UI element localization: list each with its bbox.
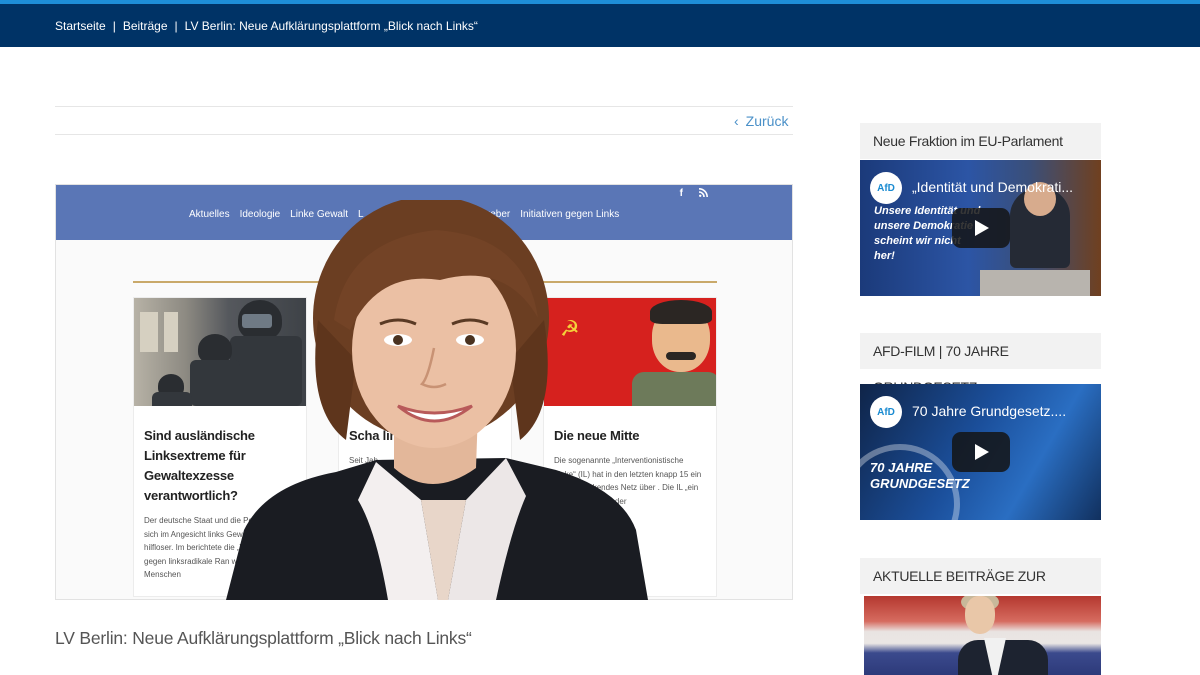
facebook-icon: f: [679, 188, 683, 199]
video-title[interactable]: „Identität und Demokrati...: [912, 179, 1092, 195]
post-title: LV Berlin: Neue Aufklärungsplattform „Bl…: [55, 628, 472, 648]
video-player-eu[interactable]: Unsere Identität und unsere Demokratie s…: [860, 160, 1101, 296]
rss-icon: [699, 188, 708, 199]
breadcrumb-separator: |: [174, 19, 178, 33]
back-link-label: Zurück: [745, 113, 789, 129]
widget-title-eu: Neue Fraktion im EU-Parlament: [860, 123, 1101, 159]
video-title[interactable]: 70 Jahre Grundgesetz....: [912, 403, 1092, 419]
play-icon[interactable]: [952, 432, 1010, 472]
breadcrumb-home[interactable]: Startseite: [55, 19, 106, 33]
afd-logo-icon: AfD: [870, 396, 902, 428]
channel-logo-label: AfD: [877, 182, 895, 194]
breadcrumb: Startseite | Beiträge | LV Berlin: Neue Aufk…: [55, 19, 478, 33]
widget-title-migration: AKTUELLE BEITRÄGE ZUR MIGRATION: [860, 558, 1101, 620]
divider-bottom: [55, 134, 793, 135]
social-icons: f t: [680, 188, 708, 199]
migration-article-image[interactable]: [864, 596, 1101, 675]
video-player-film[interactable]: 70 JAHRE GRUNDGESETZ AfD 70 Jahre Grundg…: [860, 384, 1101, 520]
nav-item: Aktuelles: [189, 209, 230, 220]
top-bar: Startseite | Beiträge | LV Berlin: Neue Aufk…: [0, 0, 1200, 47]
chevron-left-icon: ‹: [734, 113, 739, 129]
breadcrumb-separator: |: [112, 19, 116, 33]
play-icon[interactable]: [952, 208, 1010, 248]
breadcrumb-posts[interactable]: Beiträge: [123, 19, 168, 33]
widget-title-film: AFD-FILM | 70 JAHRE GRUNDGESETZ: [860, 333, 1101, 395]
portrait-photo: [226, 200, 648, 600]
channel-logo-label: AfD: [877, 406, 895, 418]
divider-top: [55, 106, 793, 107]
afd-logo-icon: AfD: [870, 172, 902, 204]
back-link[interactable]: ‹ Zurück: [734, 113, 788, 129]
breadcrumb-current: LV Berlin: Neue Aufklärungsplattform „Bl…: [184, 19, 478, 33]
